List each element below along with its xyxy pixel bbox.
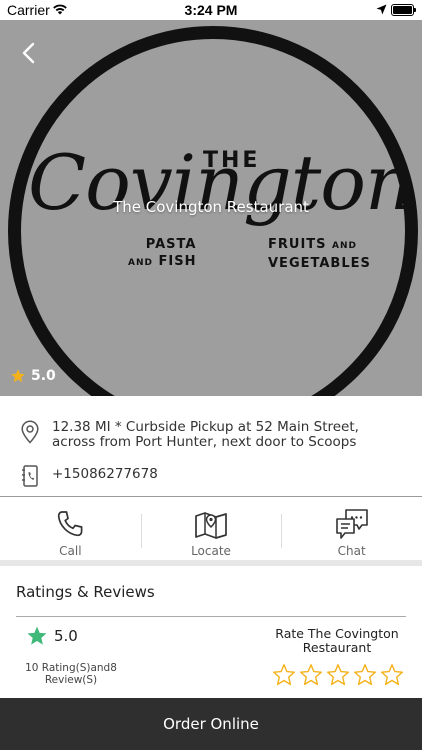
restaurant-screen: Carrier 3:24 PM THE Covington PASTA AND … [0, 0, 422, 750]
locate-button[interactable]: Locate [140, 500, 282, 560]
phone-number: +15086277678 [52, 466, 158, 482]
ratings-title: Ratings & Reviews [16, 583, 155, 601]
ratings-divider [16, 616, 406, 617]
logo-left-line1: PASTA [145, 237, 197, 252]
chat-label: Chat [337, 544, 366, 558]
call-button[interactable]: Call [0, 500, 141, 560]
average-rating-value: 5.0 [54, 627, 78, 645]
hero-banner: THE Covington PASTA AND FISH FRUITS AND … [0, 20, 422, 396]
back-button[interactable] [14, 38, 44, 68]
map-icon [194, 507, 228, 541]
rate-restaurant-label: Rate The Covington Restaurant [275, 626, 399, 655]
star-outline-icon[interactable] [380, 663, 404, 687]
logo-right-fruits: FRUITS [268, 237, 327, 252]
location-arrow-icon [376, 4, 387, 15]
hero-rating: 5.0 [10, 368, 56, 384]
battery-icon [391, 4, 416, 16]
logo-left-text: PASTA AND FISH [128, 236, 196, 272]
logo-left-line2: AND FISH [128, 253, 196, 272]
logo-right-and: AND [332, 241, 358, 251]
star-icon [11, 369, 25, 383]
star-outline-icon[interactable] [299, 663, 323, 687]
clock: 3:24 PM [184, 2, 238, 18]
action-bar: Call Locate Chat [0, 500, 422, 560]
logo-right-line1: FRUITS AND [268, 236, 371, 255]
logo-right-line2: VEGETABLES [268, 256, 371, 271]
rating-counts: 10 Rating(S)and8 Review(S) [25, 662, 117, 686]
call-label: Call [59, 544, 82, 558]
phone-icon [55, 507, 85, 541]
star-outline-icon[interactable] [353, 663, 377, 687]
section-separator [0, 560, 422, 566]
status-bar: Carrier 3:24 PM [0, 0, 422, 20]
star-outline-icon[interactable] [272, 663, 296, 687]
logo-left-and: AND [128, 258, 153, 268]
locate-label: Locate [191, 544, 231, 558]
hero-rating-value: 5.0 [31, 368, 56, 384]
star-outline-icon[interactable] [326, 663, 350, 687]
chat-icon [334, 507, 370, 541]
average-rating: 5.0 [26, 625, 78, 647]
phone-book-icon [22, 465, 38, 487]
chevron-left-icon [22, 42, 35, 64]
logo-left-fish: FISH [158, 254, 197, 269]
restaurant-title: The Covington Restaurant [113, 198, 309, 216]
address-text: 12.38 MI * Curbside Pickup at 52 Main St… [52, 419, 359, 450]
order-online-button[interactable]: Order Online [0, 698, 422, 750]
info-divider [0, 496, 422, 497]
map-pin-icon [21, 420, 39, 444]
logo-right-text: FRUITS AND VEGETABLES [268, 236, 371, 272]
rate-stars [272, 663, 404, 687]
chat-button[interactable]: Chat [281, 500, 422, 560]
star-icon [27, 626, 47, 645]
